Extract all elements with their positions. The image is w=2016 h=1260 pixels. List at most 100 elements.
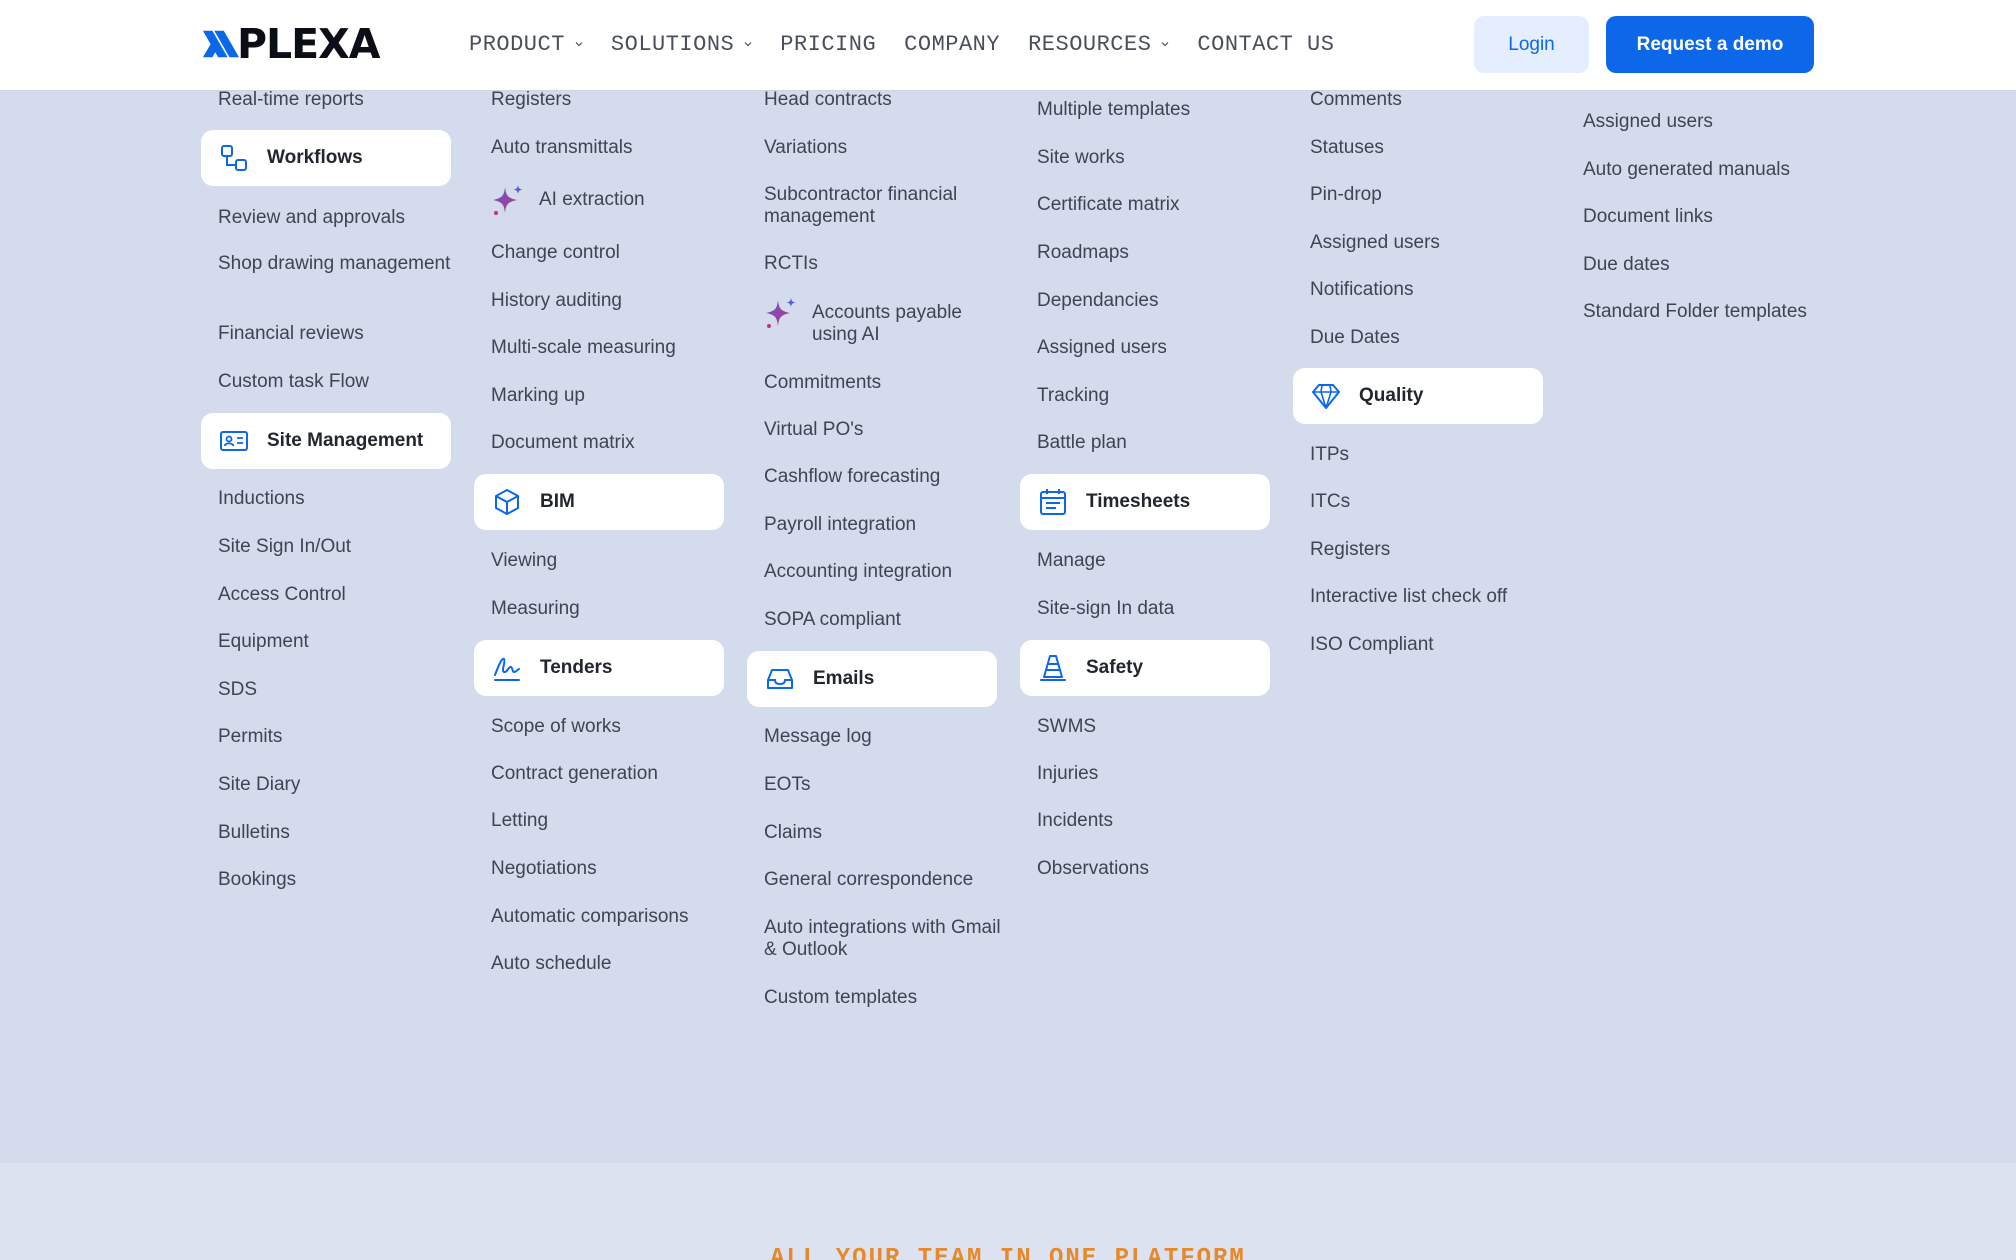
menu-link[interactable]: Site Sign In/Out: [218, 536, 458, 558]
menu-link[interactable]: Assigned users: [1583, 111, 1823, 133]
plexa-logo[interactable]: PLEXA: [201, 24, 381, 65]
menu-link[interactable]: Auto generated manuals: [1583, 159, 1823, 181]
menu-link[interactable]: Claims: [764, 822, 1004, 844]
nav-resources[interactable]: RESOURCES: [1028, 32, 1169, 57]
menu-link[interactable]: Auto schedule: [491, 953, 731, 975]
menu-link[interactable]: Auto transmittals: [491, 137, 731, 159]
menu-link[interactable]: Permits: [218, 726, 458, 748]
menu-link[interactable]: Contract generation: [491, 763, 731, 785]
menu-link[interactable]: Comments: [1310, 89, 1550, 111]
menu-link[interactable]: Bulletins: [218, 822, 458, 844]
menu-link[interactable]: Access Control: [218, 584, 458, 606]
menu-link[interactable]: Equipment: [218, 631, 458, 653]
menu-link[interactable]: Payroll integration: [764, 514, 1004, 536]
category-card-emails[interactable]: Emails: [747, 651, 997, 707]
menu-link[interactable]: Tracking: [1037, 385, 1277, 407]
menu-link[interactable]: RCTIs: [764, 253, 1004, 275]
menu-link[interactable]: Measuring: [491, 598, 731, 620]
menu-link[interactable]: Automatic comparisons: [491, 906, 731, 928]
menu-link[interactable]: Registers: [491, 89, 731, 111]
menu-link[interactable]: Commitments: [764, 372, 1004, 394]
menu-link[interactable]: Variations: [764, 137, 1004, 159]
nav-product[interactable]: PRODUCT: [469, 32, 583, 57]
menu-link[interactable]: Roadmaps: [1037, 242, 1277, 264]
nav-contact-us[interactable]: CONTACT US: [1197, 32, 1334, 57]
menu-link-accounts-payable-ai[interactable]: Accounts payable using AI: [764, 298, 1009, 346]
menu-link[interactable]: Scope of works: [491, 716, 731, 738]
menu-link[interactable]: SWMS: [1037, 716, 1277, 738]
inbox-icon: [767, 669, 793, 689]
category-card-site-management[interactable]: Site Management: [201, 413, 451, 469]
menu-link[interactable]: Registers: [1310, 539, 1550, 561]
nav-solutions[interactable]: SOLUTIONS: [611, 32, 752, 57]
menu-link[interactable]: ISO Compliant: [1310, 634, 1550, 656]
menu-link[interactable]: Custom task Flow: [218, 371, 458, 393]
menu-link[interactable]: Notifications: [1310, 279, 1550, 301]
nav-pricing[interactable]: PRICING: [780, 32, 876, 57]
menu-link[interactable]: Interactive list check off: [1310, 586, 1550, 608]
category-card-label: BIM: [540, 491, 575, 512]
menu-link[interactable]: Injuries: [1037, 763, 1277, 785]
section-eyebrow-heading: ALL YOUR TEAM IN ONE PLATFORM: [770, 1245, 1246, 1260]
category-card-safety[interactable]: Safety: [1020, 640, 1270, 696]
menu-link[interactable]: Accounting integration: [764, 561, 1004, 583]
menu-link[interactable]: Inductions: [218, 488, 458, 510]
menu-link[interactable]: Observations: [1037, 858, 1277, 880]
category-card-workflows[interactable]: Workflows: [201, 130, 451, 186]
menu-link[interactable]: Multiple templates: [1037, 99, 1277, 121]
menu-link[interactable]: History auditing: [491, 290, 731, 312]
menu-link[interactable]: Change control: [491, 242, 731, 264]
category-card-quality[interactable]: Quality: [1293, 368, 1543, 424]
menu-link[interactable]: Standard Folder templates: [1583, 301, 1823, 323]
menu-link[interactable]: Statuses: [1310, 137, 1550, 159]
menu-link[interactable]: Cashflow forecasting: [764, 466, 1004, 488]
site-header: PLEXA PRODUCT SOLUTIONS PRICING COMPANY …: [0, 0, 2016, 90]
menu-link[interactable]: Certificate matrix: [1037, 194, 1277, 216]
menu-link[interactable]: Multi-scale measuring: [491, 337, 731, 359]
menu-link[interactable]: EOTs: [764, 774, 1004, 796]
menu-link[interactable]: Due Dates: [1310, 327, 1550, 349]
menu-link[interactable]: Message log: [764, 726, 1004, 748]
menu-link[interactable]: Site Diary: [218, 774, 458, 796]
category-card-label: Timesheets: [1086, 491, 1191, 512]
menu-link[interactable]: Manage: [1037, 550, 1277, 572]
menu-link[interactable]: Pin-drop: [1310, 184, 1550, 206]
menu-link[interactable]: Incidents: [1037, 810, 1277, 832]
menu-link[interactable]: Virtual PO's: [764, 419, 1004, 441]
menu-link[interactable]: Letting: [491, 810, 731, 832]
menu-link[interactable]: Auto integrations with Gmail & Outlook: [764, 917, 1004, 961]
menu-link[interactable]: Document matrix: [491, 432, 731, 454]
menu-link[interactable]: ITPs: [1310, 444, 1550, 466]
menu-link[interactable]: Viewing: [491, 550, 731, 572]
menu-link[interactable]: General correspondence: [764, 869, 1004, 891]
login-button[interactable]: Login: [1474, 16, 1589, 73]
request-demo-button[interactable]: Request a demo: [1606, 16, 1814, 73]
menu-link[interactable]: SOPA compliant: [764, 609, 1004, 631]
menu-link[interactable]: Assigned users: [1037, 337, 1277, 359]
menu-link[interactable]: Site works: [1037, 147, 1277, 169]
menu-link[interactable]: Review and approvals: [218, 207, 458, 229]
menu-link[interactable]: Battle plan: [1037, 432, 1277, 454]
menu-link[interactable]: Due dates: [1583, 254, 1823, 276]
menu-link[interactable]: Site-sign In data: [1037, 598, 1277, 620]
menu-link[interactable]: Marking up: [491, 385, 731, 407]
nav-company[interactable]: COMPANY: [904, 32, 1000, 57]
menu-link[interactable]: Financial reviews: [218, 323, 458, 345]
category-card-label: Tenders: [540, 657, 613, 678]
menu-link[interactable]: Subcontractor financial management: [764, 184, 1004, 228]
menu-link-ai-extraction[interactable]: AI extraction: [491, 185, 736, 217]
menu-link[interactable]: Assigned users: [1310, 232, 1550, 254]
menu-link[interactable]: Bookings: [218, 869, 458, 891]
category-card-timesheets[interactable]: Timesheets: [1020, 474, 1270, 530]
menu-link[interactable]: Head contracts: [764, 89, 1004, 111]
menu-link[interactable]: Real-time reports: [218, 89, 458, 111]
menu-link[interactable]: Negotiations: [491, 858, 731, 880]
menu-link[interactable]: SDS: [218, 679, 458, 701]
category-card-bim[interactable]: BIM: [474, 474, 724, 530]
menu-link[interactable]: Shop drawing management: [218, 253, 458, 275]
menu-link[interactable]: Custom templates: [764, 987, 1004, 1009]
menu-link[interactable]: Dependancies: [1037, 290, 1277, 312]
category-card-tenders[interactable]: Tenders: [474, 640, 724, 696]
menu-link[interactable]: Document links: [1583, 206, 1823, 228]
menu-link[interactable]: ITCs: [1310, 491, 1550, 513]
